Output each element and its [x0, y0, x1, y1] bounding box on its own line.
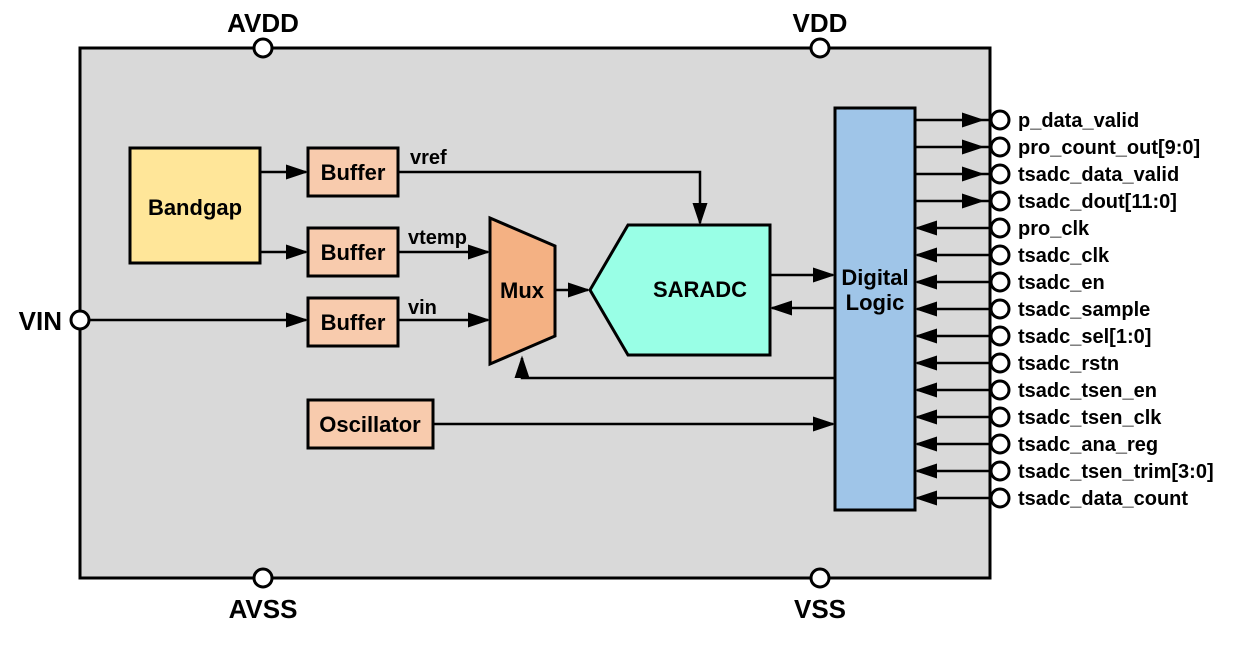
pin-label-avdd: AVDD: [227, 8, 299, 38]
pin-tsadc_rstn: [991, 354, 1009, 372]
pin-p_data_valid: [991, 111, 1009, 129]
pin-label-tsadc_en: tsadc_en: [1018, 272, 1105, 294]
pin-label-tsadc_rstn: tsadc_rstn: [1018, 353, 1119, 375]
pin-label-tsadc_tsen_trim30: tsadc_tsen_trim[3:0]: [1018, 461, 1214, 483]
pin-tsadc_sel10: [991, 327, 1009, 345]
signal-vtemp: vtemp: [408, 227, 467, 249]
saradc-label: SARADC: [653, 277, 747, 302]
pin-vss: [811, 569, 829, 587]
pin-pro_count_out90: [991, 138, 1009, 156]
pin-label-tsadc_sel10: tsadc_sel[1:0]: [1018, 326, 1151, 348]
block-diagram: AVDD VDD AVSS VSS VIN Bandgap Buffer Buf…: [0, 0, 1259, 656]
pin-tsadc_data_valid: [991, 165, 1009, 183]
buffer1-label: Buffer: [321, 160, 386, 185]
pin-vin: [71, 311, 89, 329]
pin-label-avss: AVSS: [229, 594, 298, 624]
pin-vdd: [811, 39, 829, 57]
oscillator-label: Oscillator: [319, 412, 421, 437]
pin-label-tsadc_data_count: tsadc_data_count: [1018, 488, 1188, 510]
signal-vin: vin: [408, 297, 437, 319]
bandgap-label: Bandgap: [148, 195, 242, 220]
pin-tsadc_ana_reg: [991, 435, 1009, 453]
pin-avdd: [254, 39, 272, 57]
pin-label-tsadc_tsen_clk: tsadc_tsen_clk: [1018, 407, 1162, 429]
pin-avss: [254, 569, 272, 587]
pin-label-tsadc_clk: tsadc_clk: [1018, 245, 1110, 267]
pin-label-p_data_valid: p_data_valid: [1018, 110, 1139, 132]
mux-label: Mux: [500, 278, 545, 303]
pin-tsadc_tsen_en: [991, 381, 1009, 399]
digital-logic-label1: Digital: [841, 265, 908, 290]
pin-label-vss: VSS: [794, 594, 846, 624]
pin-label-tsadc_ana_reg: tsadc_ana_reg: [1018, 434, 1158, 456]
pin-tsadc_en: [991, 273, 1009, 291]
pin-tsadc_dout110: [991, 192, 1009, 210]
pin-label-tsadc_sample: tsadc_sample: [1018, 299, 1150, 321]
pin-label-tsadc_dout110: tsadc_dout[11:0]: [1018, 191, 1177, 213]
pin-label-pro_clk: pro_clk: [1018, 218, 1090, 240]
pin-tsadc_tsen_trim30: [991, 462, 1009, 480]
pin-label-vin: VIN: [19, 306, 62, 336]
pin-tsadc_data_count: [991, 489, 1009, 507]
pin-tsadc_tsen_clk: [991, 408, 1009, 426]
pin-pro_clk: [991, 219, 1009, 237]
buffer2-label: Buffer: [321, 240, 386, 265]
pin-label-pro_count_out90: pro_count_out[9:0]: [1018, 137, 1200, 159]
pin-label-tsadc_tsen_en: tsadc_tsen_en: [1018, 380, 1157, 402]
digital-logic-label2: Logic: [846, 290, 905, 315]
signal-vref: vref: [410, 147, 447, 169]
buffer3-label: Buffer: [321, 310, 386, 335]
pin-label-tsadc_data_valid: tsadc_data_valid: [1018, 164, 1179, 186]
pin-label-vdd: VDD: [793, 8, 848, 38]
pin-tsadc_sample: [991, 300, 1009, 318]
pin-tsadc_clk: [991, 246, 1009, 264]
